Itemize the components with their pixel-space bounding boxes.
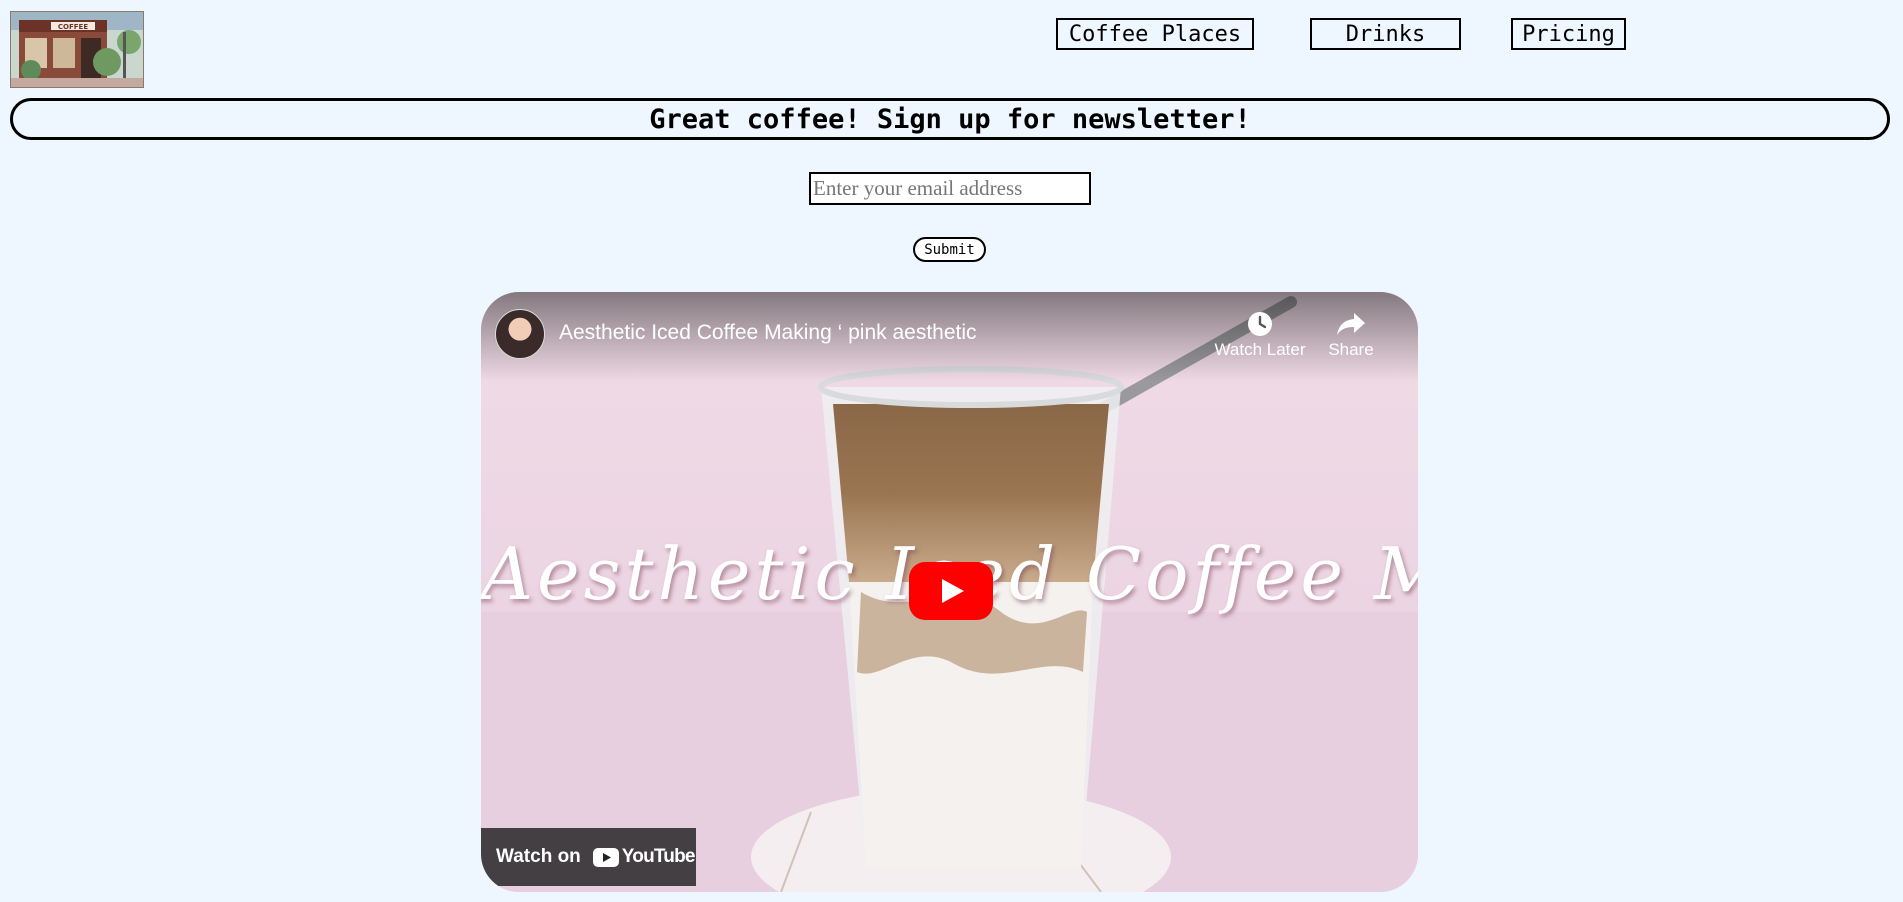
email-input[interactable] xyxy=(809,172,1091,205)
share-icon xyxy=(1337,313,1365,335)
share-button[interactable]: Share xyxy=(1296,308,1406,360)
video-title[interactable]: Aesthetic Iced Coffee Making ‘ pink aest… xyxy=(559,321,977,345)
youtube-embed[interactable]: Aesthetic Iced Coffee Making ‘ pink aest… xyxy=(481,292,1418,892)
cafe-illustration: COFFEE xyxy=(11,12,143,87)
nav-drinks[interactable]: Drinks xyxy=(1310,18,1461,50)
newsletter-banner: Great coffee! Sign up for newsletter! xyxy=(10,98,1890,140)
play-button[interactable] xyxy=(909,562,993,620)
watch-on-label: Watch on xyxy=(496,846,581,867)
newsletter-headline: Great coffee! Sign up for newsletter! xyxy=(649,103,1251,135)
watch-later-label: Watch Later xyxy=(1214,340,1306,359)
play-icon xyxy=(909,562,993,620)
youtube-icon xyxy=(592,847,619,867)
youtube-wordmark: YouTube xyxy=(621,846,696,867)
logo-sign-text: COFFEE xyxy=(58,23,88,31)
submit-button[interactable]: Submit xyxy=(913,237,986,262)
nav-pricing[interactable]: Pricing xyxy=(1511,18,1626,50)
youtube-logo: YouTube xyxy=(592,846,696,868)
page: COFFEE Coffee Places Drinks Pricing Grea… xyxy=(0,0,1903,902)
share-label: Share xyxy=(1328,340,1374,359)
watch-on-youtube-button[interactable]: Watch on YouTube xyxy=(481,828,696,886)
nav-coffee-places[interactable]: Coffee Places xyxy=(1056,18,1254,50)
channel-avatar[interactable] xyxy=(495,309,545,359)
cafe-logo[interactable]: COFFEE xyxy=(10,11,144,88)
clock-icon xyxy=(1248,312,1272,336)
